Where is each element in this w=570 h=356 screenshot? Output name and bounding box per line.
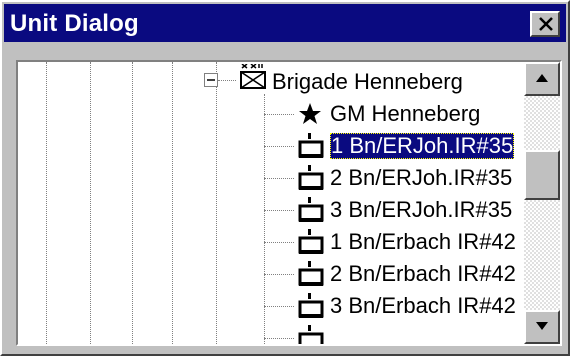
close-icon: [539, 17, 553, 31]
arrow-up-icon: [536, 74, 548, 82]
tree-item-label: 1 Bn/ERJoh.IR#35: [330, 133, 515, 159]
collapse-toggle-icon[interactable]: [204, 73, 218, 87]
tree-item-battalion[interactable]: 2 Bn/ERJoh.IR#35: [18, 162, 524, 196]
tree-node-brigade[interactable]: Brigade Henneberg: [18, 64, 524, 100]
tree-item-label: 2 Bn/ERJoh.IR#35: [330, 165, 513, 190]
tree-item-battalion[interactable]: 3 Bn/ERJoh.IR#35: [18, 194, 524, 228]
battalion-icon: [298, 325, 324, 344]
unit-dialog-window: Unit Dialog Brigade Henneberg GM Hennebe…: [0, 0, 570, 356]
tree-connector: [264, 306, 294, 307]
tree-connector: [264, 210, 294, 211]
tree-item-label: 3 Bn/ERJoh.IR#35: [330, 197, 513, 222]
close-button[interactable]: [530, 11, 560, 37]
tree-item-label: 3 Bn/Erbach IR#42: [330, 293, 516, 318]
battalion-icon: [298, 197, 324, 222]
tree-item-battalion[interactable]: 1 Bn/ERJoh.IR#35: [18, 130, 524, 164]
brigade-icon: [240, 64, 266, 89]
tree-connector: [264, 338, 294, 339]
battalion-icon: [298, 229, 324, 254]
tree-connector: [264, 274, 294, 275]
scroll-thumb[interactable]: [524, 150, 560, 200]
battalion-icon: [298, 293, 324, 318]
tree-connector: [264, 178, 294, 179]
tree-item-battalion[interactable]: 1 Bn/Erbach IR#42: [18, 226, 524, 260]
tree-view: Brigade Henneberg GM Henneberg 1 Bn/ERJo…: [18, 62, 524, 344]
star-icon: [299, 103, 321, 124]
tree-item-battalion[interactable]: 3 Bn/Erbach IR#42: [18, 290, 524, 324]
tree-item-battalion[interactable]: 2 Bn/Erbach IR#42: [18, 258, 524, 292]
tree-connector: [264, 114, 294, 115]
battalion-icon: [298, 165, 324, 190]
tree-connector: [264, 242, 294, 243]
window-title: Unit Dialog: [10, 10, 139, 37]
arrow-down-icon: [536, 322, 548, 330]
tree-item-gm[interactable]: GM Henneberg: [18, 98, 524, 132]
tree-connector: [218, 80, 236, 81]
title-bar[interactable]: Unit Dialog: [4, 4, 566, 42]
scroll-up-button[interactable]: [524, 62, 560, 96]
tree-item-label: 1 Bn/Erbach IR#42: [330, 229, 516, 254]
vertical-scrollbar[interactable]: [524, 62, 560, 344]
tree-item-label: GM Henneberg: [330, 101, 481, 126]
tree-item-label: 2 Bn/Erbach IR#42: [330, 261, 516, 286]
scroll-down-button[interactable]: [524, 310, 560, 344]
unit-tree[interactable]: Brigade Henneberg GM Henneberg 1 Bn/ERJo…: [16, 60, 562, 346]
tree-connector: [264, 146, 294, 147]
battalion-icon: [298, 133, 324, 158]
battalion-icon: [298, 261, 324, 286]
tree-item-partial[interactable]: [18, 322, 524, 344]
tree-node-label: Brigade Henneberg: [272, 69, 463, 94]
